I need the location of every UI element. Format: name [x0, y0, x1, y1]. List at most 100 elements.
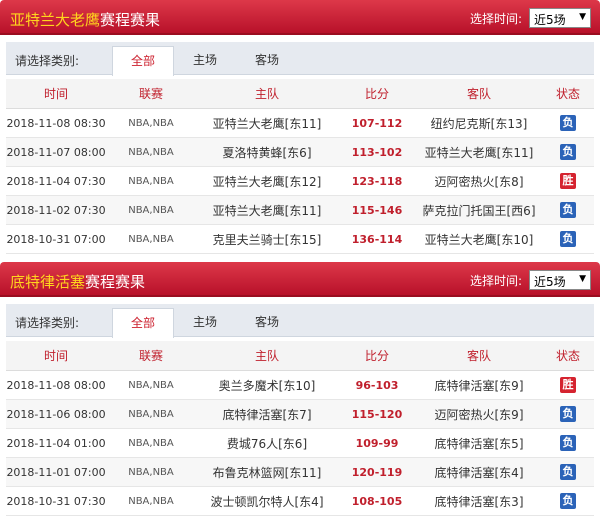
- table-row: 2018-11-07 08:00 NBA,NBA 夏洛特黄蜂[东6] 113-102 亚…: [6, 138, 594, 167]
- home-team[interactable]: 费城76人[东6]: [196, 429, 338, 457]
- home-team[interactable]: 奥兰多魔术[东10]: [196, 371, 338, 399]
- status-cell: 负: [542, 109, 594, 137]
- away-team[interactable]: 迈阿密热火[东8]: [416, 167, 542, 195]
- tab-all[interactable]: 全部: [112, 46, 174, 76]
- tab-away[interactable]: 客场: [236, 46, 298, 75]
- category-label: 请选择类别:: [15, 54, 80, 68]
- tab-all[interactable]: 全部: [112, 308, 174, 338]
- status-cell: 负: [542, 429, 594, 457]
- match-time: 2018-11-02 07:30: [6, 203, 106, 217]
- schedule-panel-atlanta: 亚特兰大老鹰赛程赛果 选择时间: 近5场 ▼ 请选择类别: 全部 主场 客场 时间 联赛 主队 比分 客…: [0, 0, 600, 256]
- league: NBA,NBA: [128, 437, 174, 449]
- league: NBA,NBA: [128, 117, 174, 129]
- col-status-header: 状态: [555, 349, 580, 363]
- table-row: 2018-11-01 07:00 NBA,NBA 布鲁克林篮网[东11] 120-11…: [6, 458, 594, 487]
- home-team[interactable]: 亚特兰大老鹰[东11]: [196, 109, 338, 137]
- time-filter-select[interactable]: 近5场 ▼: [529, 270, 591, 290]
- home-team[interactable]: 布鲁克林篮网[东11]: [196, 458, 338, 486]
- table-row: 2018-11-02 07:30 NBA,NBA 亚特兰大老鹰[东11] 115-14…: [6, 196, 594, 225]
- tab-away[interactable]: 客场: [236, 308, 298, 337]
- dropdown-arrow-icon: ▼: [579, 274, 586, 284]
- home-team[interactable]: 亚特兰大老鹰[东11]: [196, 196, 338, 224]
- away-team[interactable]: 亚特兰大老鹰[东10]: [416, 225, 542, 253]
- schedule-panel-detroit: 底特律活塞赛程赛果 选择时间: 近5场 ▼ 请选择类别: 全部 主场 客场 时间 联赛 主队 比分 客队…: [0, 262, 600, 518]
- home-team[interactable]: 克里夫兰骑士[东15]: [196, 225, 338, 253]
- status-badge: 胜: [560, 377, 576, 393]
- away-team[interactable]: 底特律活塞[东9]: [416, 371, 542, 399]
- status-badge: 负: [560, 493, 576, 509]
- table-row: 2018-11-04 01:00 NBA,NBA 费城76人[东6] 109-99 底特…: [6, 429, 594, 458]
- status-cell: 负: [542, 400, 594, 428]
- title-suffix: 赛程赛果: [100, 11, 161, 29]
- time-filter-label: 选择时间:: [469, 12, 522, 26]
- status-badge: 胜: [560, 173, 576, 189]
- away-team[interactable]: 萨克拉门托国王[西6]: [416, 196, 542, 224]
- home-team[interactable]: 波士顿凯尔特人[东4]: [196, 487, 338, 515]
- league: NBA,NBA: [128, 233, 174, 245]
- away-team[interactable]: 底特律活塞[东4]: [416, 458, 542, 486]
- status-cell: 负: [542, 225, 594, 253]
- time-filter-value: 近5场: [534, 13, 566, 27]
- status-badge: 负: [560, 202, 576, 218]
- away-team[interactable]: 底特律活塞[东5]: [416, 429, 542, 457]
- table-row: 2018-11-04 07:30 NBA,NBA 亚特兰大老鹰[东12] 123-11…: [6, 167, 594, 196]
- table-row: 2018-11-06 08:00 NBA,NBA 底特律活塞[东7] 115-120 迈…: [6, 400, 594, 429]
- time-filter-value: 近5场: [534, 275, 566, 289]
- score: 123-118: [351, 174, 403, 188]
- match-time: 2018-11-06 08:00: [6, 407, 106, 421]
- match-time: 2018-11-08 08:30: [6, 116, 106, 130]
- status-cell: 胜: [542, 371, 594, 399]
- status-badge: 负: [560, 144, 576, 160]
- league: NBA,NBA: [128, 204, 174, 216]
- league: NBA,NBA: [128, 495, 174, 507]
- match-time: 2018-11-08 08:00: [6, 378, 106, 392]
- col-score-header: 比分: [364, 349, 389, 363]
- home-team[interactable]: 底特律活塞[东7]: [196, 400, 338, 428]
- col-league-header: 联赛: [138, 87, 163, 101]
- col-away-header: 客队: [466, 349, 491, 363]
- score: 109-99: [355, 436, 399, 450]
- title-suffix: 赛程赛果: [85, 273, 146, 291]
- tab-home[interactable]: 主场: [174, 46, 236, 75]
- home-team[interactable]: 夏洛特黄蜂[东6]: [196, 138, 338, 166]
- table-header: 时间 联赛 主队 比分 客队 状态: [6, 341, 594, 371]
- away-team[interactable]: 纽约尼克斯[东13]: [416, 109, 542, 137]
- match-time: 2018-10-31 07:30: [6, 494, 106, 508]
- match-time: 2018-11-07 08:00: [6, 145, 106, 159]
- home-team[interactable]: 亚特兰大老鹰[东12]: [196, 167, 338, 195]
- status-cell: 负: [542, 487, 594, 515]
- panel-title: 亚特兰大老鹰赛程赛果: [10, 9, 160, 30]
- away-team[interactable]: 底特律活塞[东3]: [416, 487, 542, 515]
- status-cell: 负: [542, 138, 594, 166]
- col-score-header: 比分: [364, 87, 389, 101]
- away-team[interactable]: 亚特兰大老鹰[东11]: [416, 138, 542, 166]
- col-time-header: 时间: [43, 87, 68, 101]
- tab-home[interactable]: 主场: [174, 308, 236, 337]
- panel-title: 底特律活塞赛程赛果: [10, 271, 145, 292]
- score: 120-119: [351, 465, 403, 479]
- schedule-table: 时间 联赛 主队 比分 客队 状态 2018-11-08 08:00 NBA,NBA 奥兰多魔术…: [6, 341, 594, 516]
- status-badge: 负: [560, 435, 576, 451]
- col-time-header: 时间: [43, 349, 68, 363]
- score: 136-114: [351, 232, 403, 246]
- col-status-header: 状态: [555, 87, 580, 101]
- dropdown-arrow-icon: ▼: [579, 12, 586, 22]
- table-header: 时间 联赛 主队 比分 客队 状态: [6, 79, 594, 109]
- panel-header: 亚特兰大老鹰赛程赛果 选择时间: 近5场 ▼: [0, 0, 600, 35]
- league: NBA,NBA: [128, 408, 174, 420]
- match-time: 2018-10-31 07:00: [6, 232, 106, 246]
- match-time: 2018-11-01 07:00: [6, 465, 106, 479]
- category-label: 请选择类别:: [15, 316, 80, 330]
- score: 107-112: [351, 116, 403, 130]
- status-badge: 负: [560, 115, 576, 131]
- time-filter-select[interactable]: 近5场 ▼: [529, 8, 591, 28]
- col-away-header: 客队: [466, 87, 491, 101]
- panel-header: 底特律活塞赛程赛果 选择时间: 近5场 ▼: [0, 262, 600, 297]
- category-tabbar: 请选择类别: 全部 主场 客场: [6, 42, 594, 76]
- league: NBA,NBA: [128, 175, 174, 187]
- score: 96-103: [355, 378, 399, 392]
- status-cell: 负: [542, 196, 594, 224]
- time-filter-label: 选择时间:: [469, 274, 522, 288]
- table-row: 2018-11-08 08:00 NBA,NBA 奥兰多魔术[东10] 96-103 底…: [6, 371, 594, 400]
- away-team[interactable]: 迈阿密热火[东9]: [416, 400, 542, 428]
